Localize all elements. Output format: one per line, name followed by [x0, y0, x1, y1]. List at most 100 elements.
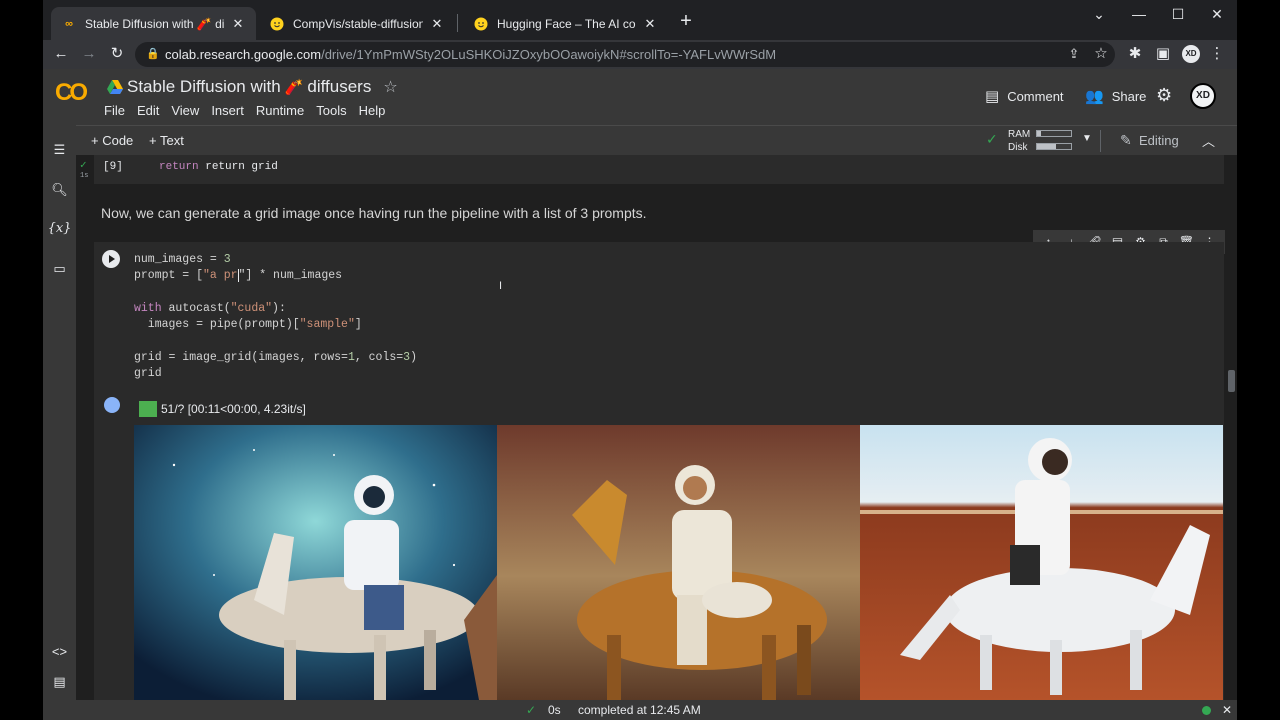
menu-insert[interactable]: Insert: [211, 103, 244, 118]
variables-icon[interactable]: {x}: [43, 221, 76, 236]
progress-row: 51/? [00:11<00:00, 4.23it/s]: [139, 401, 306, 417]
url-host: colab.research.google.com: [165, 47, 322, 62]
code-snippets-icon[interactable]: <>: [43, 644, 76, 659]
menu-tools[interactable]: Tools: [316, 103, 346, 118]
menu-file[interactable]: File: [104, 103, 125, 118]
comment-button[interactable]: ▤ Comment: [985, 87, 1064, 105]
execution-count: [9]: [103, 161, 123, 173]
url-path: /drive/1YmPmWSty2OLuSHKOiJZOxybOOawoiykN…: [321, 47, 777, 62]
table-of-contents-icon[interactable]: ☰: [43, 142, 76, 158]
previous-code-cell[interactable]: ✓ 1s [9] return return grid: [80, 155, 1224, 184]
tab-title: CompVis/stable-diffusion-v1-4 · Hugging …: [293, 16, 423, 31]
tab-title: Hugging Face – The AI community building…: [497, 16, 636, 31]
tab-compvis[interactable]: CompVis/stable-diffusion-v1-4 · Hugging …: [259, 7, 455, 40]
command-palette-icon[interactable]: ▤: [43, 674, 76, 690]
add-text-button[interactable]: + Text: [149, 133, 184, 148]
settings-gear-icon[interactable]: ⚙: [1156, 85, 1172, 106]
markdown-cell-text[interactable]: Now, we can generate a grid image once h…: [101, 205, 647, 221]
tab-strip: ∞ Stable Diffusion with 🧨 diffusers ✕ Co…: [43, 0, 1237, 40]
close-window-button[interactable]: ✕: [1203, 6, 1231, 23]
close-icon[interactable]: ✕: [642, 16, 658, 32]
profile-avatar[interactable]: XD: [1182, 45, 1200, 63]
editing-mode-label[interactable]: Editing: [1139, 133, 1179, 148]
close-icon[interactable]: ✕: [230, 16, 246, 32]
notebook-title-suffix: diffusers: [307, 77, 372, 96]
tab-search-icon[interactable]: ⌄: [1085, 6, 1113, 23]
divider: [1100, 130, 1101, 152]
reload-icon[interactable]: ↻: [106, 43, 128, 65]
status-bar: ✓ 0s completed at 12:45 AM ✕: [43, 700, 1237, 720]
tab-colab-notebook[interactable]: ∞ Stable Diffusion with 🧨 diffusers ✕: [51, 7, 256, 40]
disk-bar: [1036, 143, 1072, 150]
side-panel-icon[interactable]: ▣: [1152, 43, 1174, 65]
new-tab-button[interactable]: +: [675, 10, 697, 32]
code-editor[interactable]: num_images = 3 prompt = ["a pr"] * num_im…: [134, 252, 417, 382]
generated-image-2: [497, 425, 860, 700]
generated-image-3: [860, 425, 1223, 700]
colab-logo[interactable]: CO: [55, 79, 95, 107]
tab-separator: [457, 14, 458, 32]
maximize-button[interactable]: ☐: [1164, 6, 1192, 23]
cell-success-check-icon: ✓: [80, 160, 87, 172]
tab-hugging-face[interactable]: Hugging Face – The AI community building…: [463, 7, 668, 40]
notebook-toolbar: + Code + Text ✓ RAM Disk ▼ ✎ Editing ︿: [43, 125, 1237, 155]
side-rail: ☰ 🔍︎ {x} ▭ <> ▤: [43, 125, 76, 700]
hugging-face-icon: [269, 16, 285, 32]
dropdown-caret-icon[interactable]: ▼: [1082, 133, 1092, 144]
kebab-menu-icon[interactable]: ⋮: [1206, 43, 1228, 65]
scrollbar-thumb[interactable]: [1228, 370, 1235, 392]
back-icon[interactable]: ←: [50, 43, 72, 65]
address-bar[interactable]: 🔒 colab.research.google.com/drive/1YmPmW…: [135, 42, 1115, 67]
text-cursor-icon: I: [499, 280, 503, 292]
firecracker-icon: 🧨: [284, 79, 304, 96]
forward-icon[interactable]: →: [78, 43, 100, 65]
close-status-icon[interactable]: ✕: [1222, 703, 1232, 717]
people-icon: 👥: [1085, 88, 1104, 105]
status-check-icon: ✓: [526, 703, 537, 717]
cell-output: 51/? [00:11<00:00, 4.23it/s]: [94, 390, 1224, 700]
code-line: return return grid: [159, 161, 278, 173]
disk-bar-fill: [1037, 144, 1056, 149]
share-label: Share: [1111, 88, 1147, 104]
progress-text: 51/? [00:11<00:00, 4.23it/s]: [161, 402, 306, 416]
resource-monitor[interactable]: RAM Disk: [1008, 128, 1030, 154]
lock-icon: 🔒: [146, 48, 160, 60]
collapse-chevron-icon[interactable]: ︿: [1202, 131, 1215, 150]
notebook-main: ✓ 1s [9] return return grid Now, we can …: [76, 155, 1237, 700]
tab-title: Stable Diffusion with 🧨 diffusers: [85, 16, 224, 31]
generated-image-1: [134, 425, 497, 700]
share-page-icon[interactable]: ⇪: [1063, 43, 1085, 65]
minimize-button[interactable]: —: [1125, 6, 1153, 22]
completed-status[interactable]: completed at 12:45 AM: [578, 703, 701, 717]
user-avatar[interactable]: XD: [1190, 83, 1216, 109]
output-avatar-icon[interactable]: [104, 397, 120, 413]
menu-bar: File Edit View Insert Runtime Tools Help: [104, 103, 397, 118]
run-cell-button[interactable]: [102, 250, 120, 268]
close-icon[interactable]: ✕: [429, 16, 445, 32]
extensions-icon[interactable]: ✱: [1124, 43, 1146, 65]
files-folder-icon[interactable]: ▭: [43, 261, 76, 277]
cell-runtime: 1s: [80, 172, 89, 180]
kernel-status-dot: [1202, 706, 1211, 715]
add-code-button[interactable]: + Code: [91, 133, 133, 148]
star-icon[interactable]: ☆: [383, 77, 397, 97]
image-grid: [134, 425, 1224, 700]
search-icon[interactable]: 🔍︎: [43, 182, 76, 198]
menu-view[interactable]: View: [171, 103, 199, 118]
browser-toolbar: ← → ↻ 🔒 colab.research.google.com/drive/…: [43, 40, 1237, 69]
hugging-face-icon: [473, 16, 489, 32]
notebook-title-prefix: Stable Diffusion with: [127, 77, 281, 96]
google-drive-icon: [107, 80, 123, 94]
ram-bar-fill: [1037, 131, 1042, 136]
active-code-cell[interactable]: num_images = 3 prompt = ["a pr"] * num_im…: [94, 242, 1224, 390]
disk-label: Disk: [1008, 142, 1028, 153]
menu-edit[interactable]: Edit: [137, 103, 159, 118]
bookmark-star-icon[interactable]: ☆: [1090, 43, 1112, 65]
notebook-title[interactable]: Stable Diffusion with 🧨 diffusers ☆: [107, 77, 398, 97]
menu-runtime[interactable]: Runtime: [256, 103, 304, 118]
ram-label: RAM: [1008, 129, 1031, 140]
execution-duration: 0s: [548, 703, 561, 717]
menu-help[interactable]: Help: [359, 103, 386, 118]
share-button[interactable]: 👥 Share: [1085, 87, 1146, 105]
connected-check-icon: ✓: [986, 131, 998, 147]
